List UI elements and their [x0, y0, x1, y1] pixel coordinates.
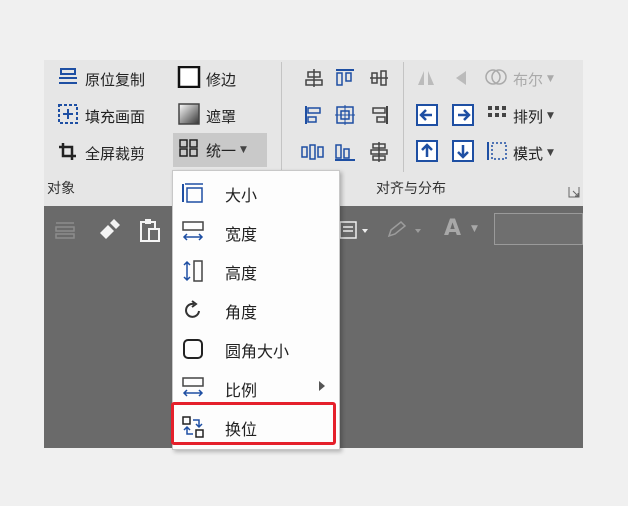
- highlight-box: [171, 402, 336, 445]
- pen-dropdown-icon[interactable]: [385, 218, 431, 246]
- chevron-down-icon: ▼: [240, 145, 247, 155]
- boolean-label: 布尔: [513, 70, 544, 89]
- align-middle-icon[interactable]: [368, 67, 390, 93]
- align-top-icon[interactable]: [334, 67, 356, 93]
- menu-item-angle[interactable]: 角度: [173, 290, 339, 329]
- menu-item-height[interactable]: 高度: [173, 251, 339, 290]
- menu-item-label: 大小: [225, 186, 258, 205]
- trim-edge-label: 修边: [206, 70, 237, 89]
- crop-icon: [56, 140, 80, 166]
- menu-item-label: 圆角大小: [225, 342, 290, 361]
- align-left-icon[interactable]: [303, 104, 325, 130]
- menu-item-width[interactable]: 宽度: [173, 212, 339, 251]
- arrange-dropdown[interactable]: 排列 ▼: [486, 103, 554, 129]
- fullscreen-crop-label: 全屏裁剪: [85, 144, 146, 163]
- format-painter-icon[interactable]: [96, 217, 122, 247]
- group-separator: [403, 62, 404, 172]
- chevron-down-icon: ▼: [547, 74, 554, 84]
- trim-edge-icon: [177, 65, 201, 92]
- arrow-down-icon[interactable]: [451, 139, 475, 167]
- group-separator: [281, 62, 282, 172]
- menu-item-label: 比例: [225, 381, 258, 400]
- flip-left-icon[interactable]: [450, 67, 472, 93]
- menu-item-label: 角度: [225, 303, 258, 322]
- chevron-down-icon: ▼: [547, 111, 554, 121]
- menu-item-size[interactable]: 大小: [173, 173, 339, 212]
- fullscreen-crop-button[interactable]: 全屏裁剪: [56, 140, 145, 166]
- distribute-vertical-icon[interactable]: [368, 141, 390, 167]
- ratio-icon: [181, 376, 205, 400]
- rounded-rect-icon: [181, 337, 205, 361]
- arrow-left-icon[interactable]: [415, 103, 439, 131]
- trim-edge-button[interactable]: 修边: [177, 65, 237, 92]
- copy-position-icon: [56, 66, 80, 92]
- width-icon: [181, 220, 205, 244]
- mode-icon: [486, 140, 508, 166]
- font-color-icon: A: [444, 216, 462, 241]
- align-right-icon[interactable]: [368, 104, 390, 130]
- chevron-right-icon: [319, 381, 325, 391]
- canvas-input-field[interactable]: [494, 213, 583, 245]
- arrange-label: 排列: [513, 107, 544, 126]
- chevron-down-icon: ▼: [547, 148, 554, 158]
- unify-dropdown-button[interactable]: 统一 ▼: [173, 133, 267, 167]
- boolean-icon: [484, 66, 508, 92]
- text-box-dropdown-icon[interactable]: [338, 218, 372, 246]
- menu-item-label: 高度: [225, 264, 258, 283]
- dialog-launcher-icon[interactable]: [568, 183, 580, 202]
- align-top-center-icon[interactable]: [303, 67, 325, 93]
- unify-label: 统一: [206, 141, 237, 160]
- boolean-dropdown[interactable]: 布尔 ▼: [484, 66, 554, 92]
- fill-screen-icon: [56, 103, 80, 129]
- menu-item-corner-radius[interactable]: 圆角大小: [173, 329, 339, 368]
- align-center-icon[interactable]: [334, 104, 356, 130]
- arrange-grid-icon: [486, 103, 508, 129]
- height-icon: [181, 259, 205, 283]
- chevron-down-icon: ▼: [471, 223, 478, 234]
- mode-dropdown[interactable]: 模式 ▼: [486, 140, 554, 166]
- arrow-right-icon[interactable]: [451, 103, 475, 131]
- paste-icon[interactable]: [138, 217, 164, 249]
- fill-screen-button[interactable]: 填充画面: [56, 103, 145, 129]
- flip-horizontal-icon[interactable]: [415, 67, 437, 93]
- mask-button[interactable]: 遮罩: [177, 103, 236, 129]
- copy-position-label: 原位复制: [85, 70, 146, 89]
- grid-icon: [177, 137, 201, 163]
- size-icon: [181, 181, 205, 205]
- arrow-up-icon[interactable]: [415, 139, 439, 167]
- copy-position-button[interactable]: 原位复制: [56, 66, 145, 92]
- object-group-label: 对象: [47, 181, 75, 197]
- distribute-horizontal-icon[interactable]: [300, 141, 326, 167]
- fill-screen-label: 填充画面: [85, 107, 146, 126]
- layers-icon[interactable]: [52, 218, 78, 248]
- menu-item-label: 宽度: [225, 225, 258, 244]
- align-bottom-icon[interactable]: [333, 141, 357, 167]
- mode-label: 模式: [513, 144, 544, 163]
- rotate-icon: [181, 298, 205, 322]
- mask-label: 遮罩: [206, 107, 237, 126]
- font-color-dropdown[interactable]: A ▼: [444, 216, 478, 241]
- mask-icon: [177, 103, 201, 129]
- align-group-label: 对齐与分布: [376, 181, 446, 197]
